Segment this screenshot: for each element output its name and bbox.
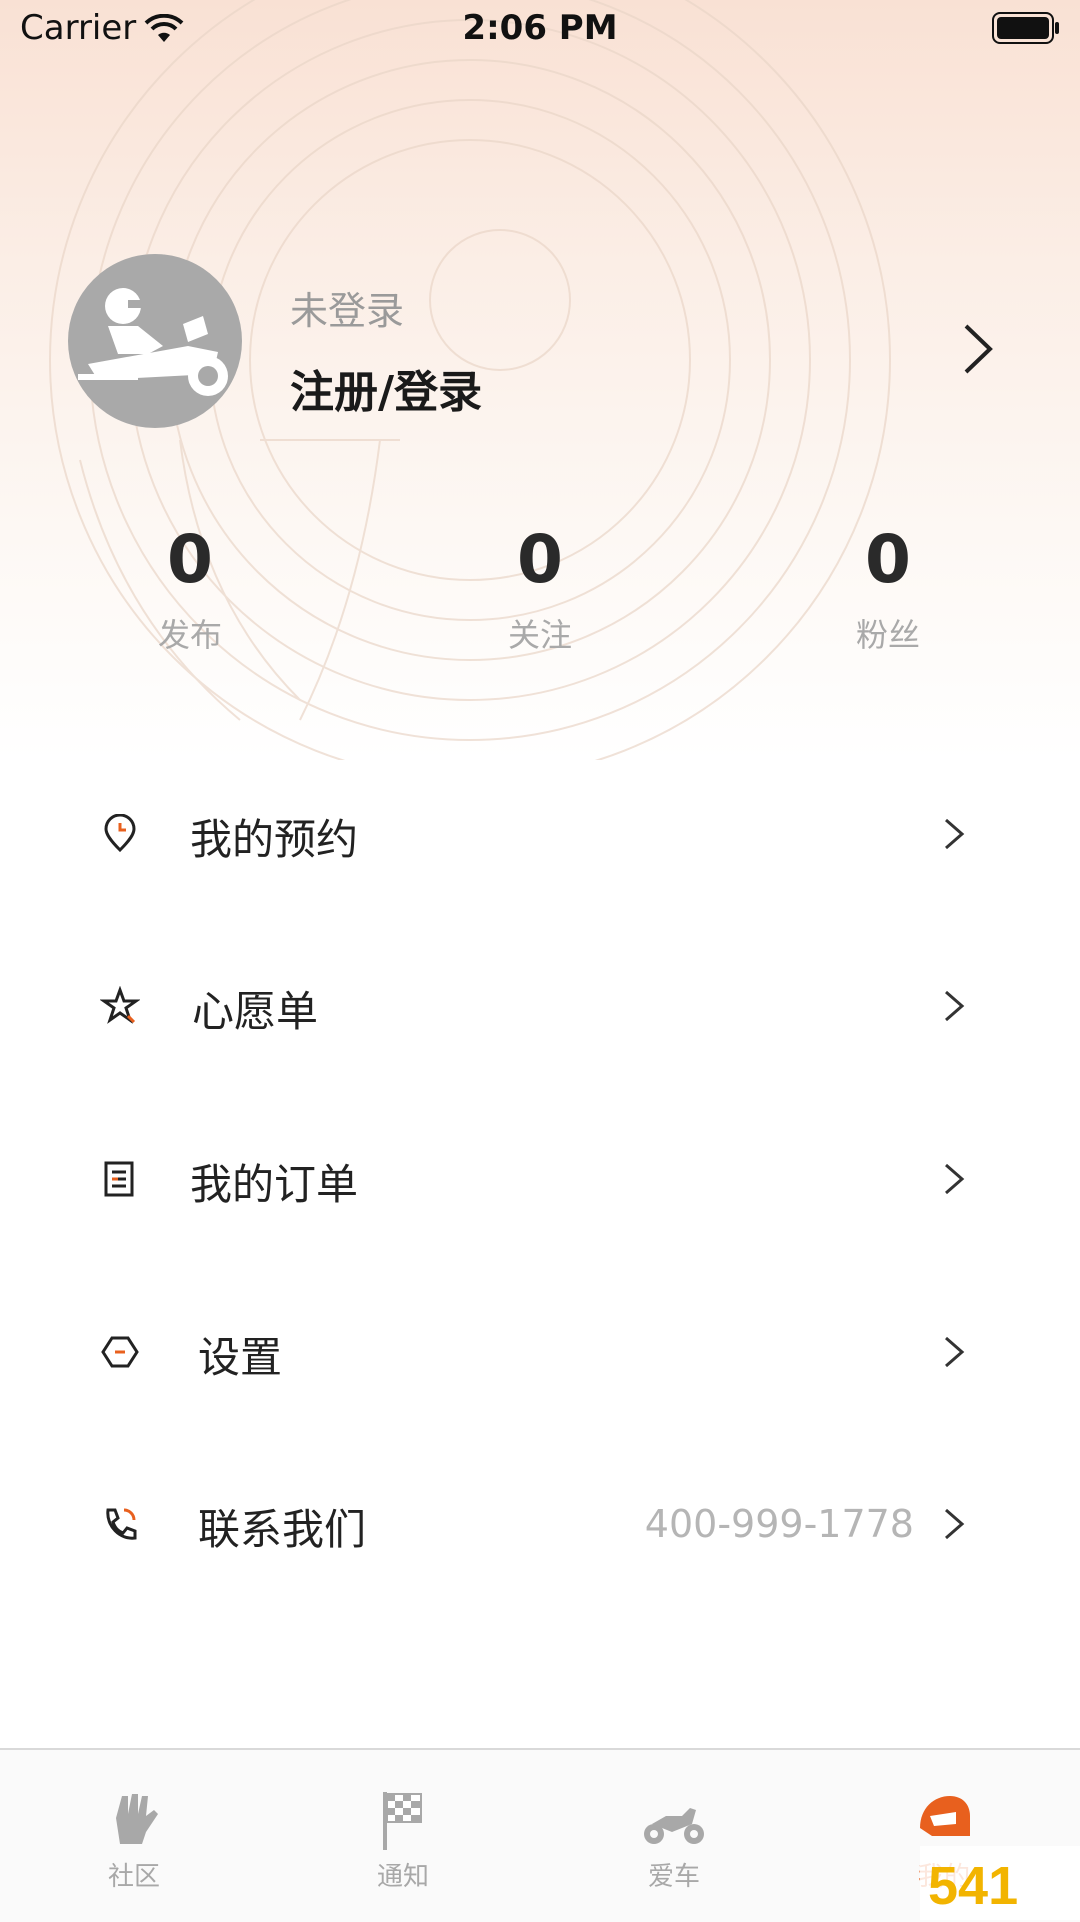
menu-label-contact-us: 联系我们 xyxy=(198,1505,367,1554)
menu-item-settings[interactable]: 设置 xyxy=(0,1290,1080,1410)
tab-my-bike-label: 爱车 xyxy=(647,1862,700,1892)
menu-item-contact-us[interactable]: 联系我们 400-999-1778 xyxy=(0,1462,1080,1582)
settings-hexagon-icon xyxy=(101,1336,139,1368)
stat-posts-value: 0 xyxy=(167,521,213,598)
tab-community[interactable]: 社区 xyxy=(34,1750,234,1922)
clock-pin-icon xyxy=(104,814,136,853)
stat-posts[interactable]: 0 发布 xyxy=(90,520,290,656)
menu-label-appointments: 我的预约 xyxy=(190,815,359,864)
login-status-text: 未登录 xyxy=(290,289,405,333)
profile-chevron-right-icon[interactable] xyxy=(960,322,996,376)
chevron-right-icon xyxy=(945,818,965,850)
contact-phone-number[interactable]: 400-999-1778 xyxy=(645,1502,914,1546)
avatar[interactable] xyxy=(68,254,242,428)
tab-notifications-label: 通知 xyxy=(376,1862,429,1892)
tab-my-bike[interactable]: 爱车 xyxy=(574,1750,774,1922)
chevron-right-icon xyxy=(945,990,965,1022)
menu-label-settings: 设置 xyxy=(198,1333,283,1382)
stat-posts-label: 发布 xyxy=(157,616,222,654)
chevron-right-icon xyxy=(945,1336,965,1368)
clock-time: 2:06 PM xyxy=(462,8,618,48)
motorcycle-icon xyxy=(644,1808,704,1844)
stat-following-label: 关注 xyxy=(507,616,572,654)
status-bar: Carrier 2:06 PM xyxy=(0,0,1080,60)
checkered-flag-icon xyxy=(383,1792,422,1850)
order-list-icon xyxy=(104,1161,134,1197)
stat-followers-label: 粉丝 xyxy=(855,616,920,654)
register-login-link[interactable]: 注册/登录 xyxy=(290,356,482,420)
bottom-tab-bar: 社区 通知 爱车 我的 xyxy=(0,1748,1080,1922)
menu-label-orders: 我的订单 xyxy=(190,1160,359,1209)
tab-community-label: 社区 xyxy=(107,1862,160,1892)
stat-followers-value: 0 xyxy=(865,521,911,598)
menu-item-orders[interactable]: 我的订单 xyxy=(0,1117,1080,1237)
stat-followers[interactable]: 0 粉丝 xyxy=(788,520,988,656)
star-icon xyxy=(100,986,140,1024)
glove-icon xyxy=(116,1794,158,1844)
watermark-logo: 541 xyxy=(920,1846,1080,1920)
chevron-right-icon xyxy=(945,1508,965,1540)
svg-text:541: 541 xyxy=(928,1856,1018,1916)
phone-icon xyxy=(106,1508,137,1540)
menu-item-wishlist[interactable]: 心愿单 xyxy=(0,944,1080,1064)
menu-item-appointments[interactable]: 我的预约 xyxy=(0,772,1080,892)
stat-following[interactable]: 0 关注 xyxy=(440,520,640,656)
battery-icon xyxy=(992,12,1059,44)
chevron-right-icon xyxy=(945,1163,965,1195)
rider-avatar-icon xyxy=(78,288,228,396)
stat-following-value: 0 xyxy=(517,521,563,598)
menu-label-wishlist: 心愿单 xyxy=(192,987,319,1036)
tab-notifications[interactable]: 通知 xyxy=(303,1750,503,1922)
